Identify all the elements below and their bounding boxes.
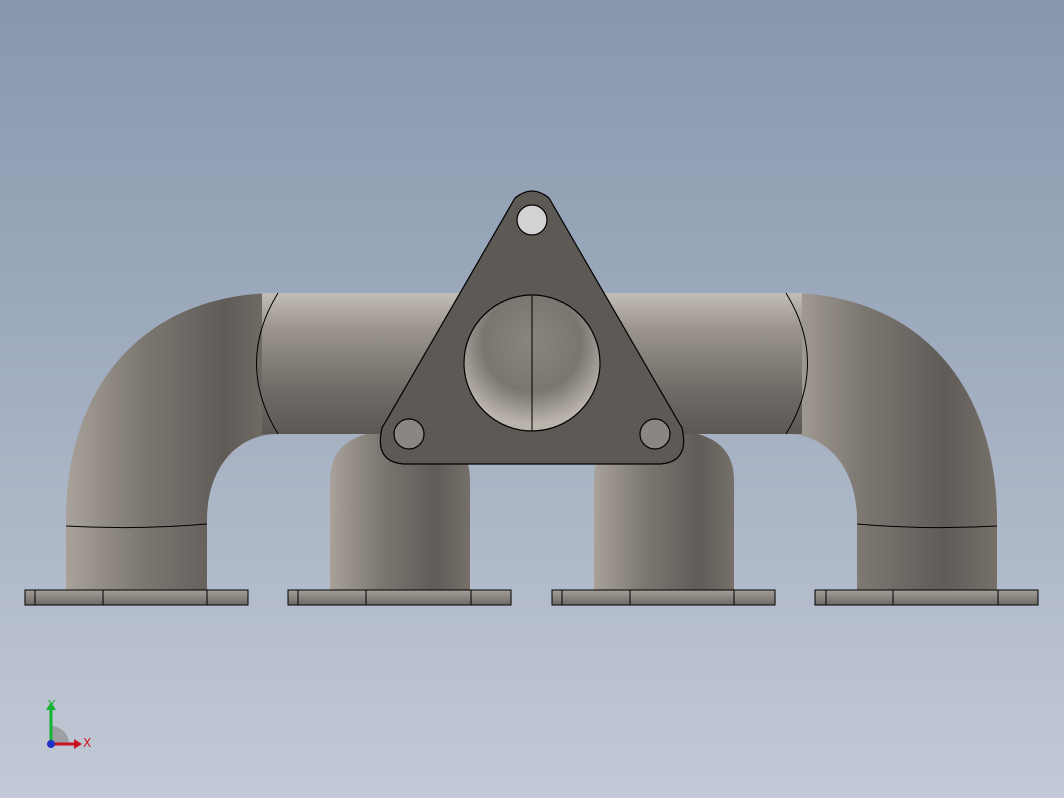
bolt-hole-top xyxy=(516,204,548,236)
port-flange-1[interactable] xyxy=(24,589,249,606)
bolt-hole-right xyxy=(639,418,671,450)
port-flange-4[interactable] xyxy=(814,589,1039,606)
y-axis-label: Y xyxy=(48,698,56,712)
axis-triad: Y X xyxy=(36,696,106,758)
port-flange-2[interactable] xyxy=(287,589,512,606)
runner-1-bend[interactable] xyxy=(65,293,278,590)
port-flange-3[interactable] xyxy=(551,589,776,606)
bolt-hole-left xyxy=(393,418,425,450)
exhaust-manifold-model[interactable] xyxy=(0,0,1064,798)
z-axis-dot xyxy=(47,740,55,748)
runner-4-bend[interactable] xyxy=(786,293,998,590)
x-axis-label: X xyxy=(83,736,92,750)
cad-viewport[interactable]: Y X xyxy=(0,0,1064,798)
